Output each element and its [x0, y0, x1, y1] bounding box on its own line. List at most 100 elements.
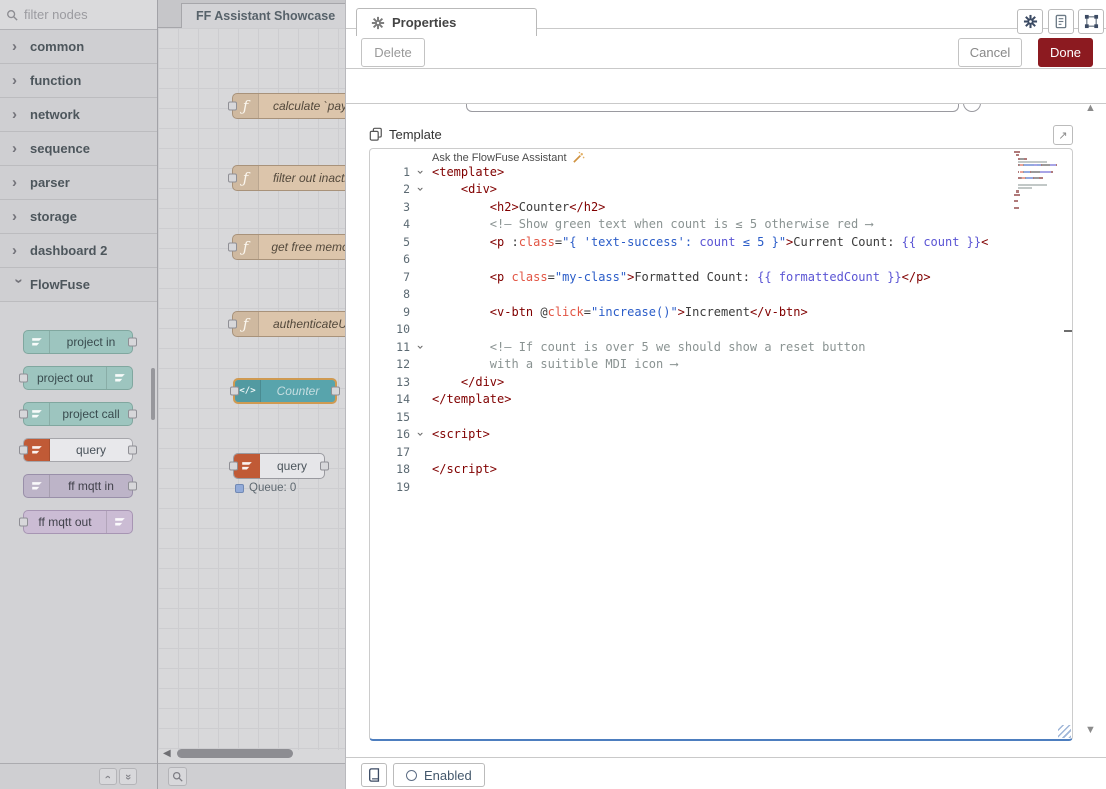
- flow-node-query[interactable]: query: [233, 453, 325, 479]
- node-port-left[interactable]: [229, 462, 238, 471]
- code-line[interactable]: 17: [370, 443, 1072, 461]
- palette-node-ff-mqtt-in[interactable]: ff mqtt in: [23, 474, 133, 498]
- editor-expand-button[interactable]: ↗: [1053, 125, 1073, 145]
- line-number: 2: [370, 182, 410, 196]
- node-port-left[interactable]: [228, 243, 237, 252]
- done-button[interactable]: Done: [1038, 38, 1093, 67]
- code-line[interactable]: 2› <div>: [370, 181, 1072, 199]
- chevron-right-icon: ›: [12, 140, 30, 157]
- hscroll-left-arrow[interactable]: ◀: [163, 748, 171, 759]
- code-editor[interactable]: Ask the FlowFuse Assistant 1›<template>2…: [369, 148, 1073, 741]
- code-line[interactable]: 16›<script>: [370, 426, 1072, 444]
- code-icon: </>: [239, 386, 255, 396]
- palette-category-sequence[interactable]: ›sequence: [0, 132, 157, 166]
- workspace-zoom-button[interactable]: [168, 767, 187, 786]
- flow-node-calculate-pay[interactable]: ƒcalculate `pay: [232, 93, 345, 119]
- chevron-down-icon: ›: [414, 431, 428, 438]
- workspace-tab[interactable]: FF Assistant Showcase: [181, 3, 345, 28]
- line-number: 8: [370, 287, 410, 301]
- code-line[interactable]: 10: [370, 321, 1072, 339]
- flow-node-authenticateU[interactable]: ƒauthenticateU: [232, 311, 345, 337]
- node-port-right[interactable]: [331, 387, 340, 396]
- dialog-scroll-up-arrow[interactable]: ▲: [1085, 102, 1096, 114]
- code-token: Formatted Count:: [634, 270, 757, 284]
- circle-icon: [963, 104, 981, 112]
- hscroll-thumb[interactable]: [177, 749, 293, 758]
- palette-category-storage[interactable]: ›storage: [0, 200, 157, 234]
- palette-category-label: sequence: [30, 141, 90, 156]
- palette-category-FlowFuse[interactable]: ›FlowFuse: [0, 268, 157, 302]
- palette-node-ff-mqtt-out[interactable]: ff mqtt out: [23, 510, 133, 534]
- flow-node-get-free-memo[interactable]: ƒget free memo: [232, 234, 345, 260]
- function-f-icon: ƒ: [243, 169, 249, 187]
- fold-arrow-icon[interactable]: ›: [410, 182, 432, 196]
- node-enabled-toggle[interactable]: Enabled: [393, 763, 485, 787]
- node-description-button[interactable]: [1048, 9, 1074, 34]
- node-port-right[interactable]: [320, 462, 329, 471]
- palette-scrollbar-thumb[interactable]: [151, 368, 155, 420]
- fold-arrow-icon[interactable]: ›: [410, 427, 432, 441]
- function-f-icon: ƒ: [243, 315, 249, 333]
- palette-category-function[interactable]: ›function: [0, 64, 157, 98]
- delete-button[interactable]: Delete: [361, 38, 425, 67]
- palette-category-label: function: [30, 73, 81, 88]
- flow-node-Counter[interactable]: </>Counter: [233, 378, 337, 404]
- node-port-left[interactable]: [230, 387, 239, 396]
- palette-node-project-call[interactable]: project call: [23, 402, 133, 426]
- code-token: </template>: [432, 392, 511, 406]
- code-line[interactable]: 8: [370, 286, 1072, 304]
- palette-category-parser[interactable]: ›parser: [0, 166, 157, 200]
- line-number: 10: [370, 322, 410, 336]
- code-line[interactable]: 3 <h2>Counter</h2>: [370, 198, 1072, 216]
- code-line[interactable]: 15: [370, 408, 1072, 426]
- code-line[interactable]: 5 <p :class="{ 'text-success': count ≤ 5…: [370, 233, 1072, 251]
- code-line[interactable]: 11› <!— If count is over 5 we should sho…: [370, 338, 1072, 356]
- fold-arrow-icon[interactable]: ›: [410, 340, 432, 354]
- node-port-left[interactable]: [228, 102, 237, 111]
- editor-minimap[interactable]: [1014, 151, 1064, 213]
- editor-resize-handle[interactable]: [1058, 725, 1071, 738]
- minimap-segment: [1014, 194, 1020, 196]
- line-number: 15: [370, 410, 410, 424]
- code-line[interactable]: 1›<template>: [370, 163, 1072, 181]
- palette-collapse-down-button[interactable]: »: [119, 768, 137, 785]
- palette-category-common[interactable]: ›common: [0, 30, 157, 64]
- tab-properties[interactable]: Properties: [356, 8, 537, 36]
- palette-node-project-in[interactable]: project in: [23, 330, 133, 354]
- dialog-scroll-down-arrow[interactable]: ▼: [1085, 724, 1096, 736]
- code-token: ≤ 5 }": [735, 235, 786, 249]
- code-text: </template>: [432, 392, 1072, 406]
- function-f-icon: ƒ: [243, 97, 249, 115]
- node-settings-button[interactable]: [1017, 9, 1043, 34]
- code-token: [432, 217, 490, 231]
- node-appearance-button[interactable]: [1078, 9, 1104, 34]
- palette-collapse-up-button[interactable]: ›: [99, 768, 117, 785]
- chevron-down-icon: ›: [414, 168, 428, 175]
- node-port-left[interactable]: [228, 174, 237, 183]
- code-token: Counter: [519, 200, 570, 214]
- code-lines[interactable]: 1›<template>2› <div>3 <h2>Counter</h2>4 …: [370, 163, 1072, 496]
- circle-icon: [406, 770, 417, 781]
- scrolled-button-peek: [962, 104, 984, 114]
- palette-category-dashboard-2[interactable]: ›dashboard 2: [0, 234, 157, 268]
- palette-category-network[interactable]: ›network: [0, 98, 157, 132]
- code-line[interactable]: 13 </div>: [370, 373, 1072, 391]
- code-line[interactable]: 12 with a suitible MDI icon ⟶: [370, 356, 1072, 374]
- minimap-line: [1014, 190, 1064, 193]
- code-line[interactable]: 9 <v-btn @click="increase()">Increment</…: [370, 303, 1072, 321]
- code-line[interactable]: 18</script>: [370, 461, 1072, 479]
- code-line[interactable]: 19: [370, 478, 1072, 496]
- gear-icon: [371, 16, 385, 30]
- cancel-button[interactable]: Cancel: [958, 38, 1022, 67]
- palette-node-project-out[interactable]: project out: [23, 366, 133, 390]
- palette-node-query[interactable]: query: [23, 438, 133, 462]
- flow-node-filter-out-inacti[interactable]: ƒfilter out inacti: [232, 165, 345, 191]
- palette-filter-input[interactable]: [22, 6, 151, 23]
- fold-arrow-icon[interactable]: ›: [410, 165, 432, 179]
- node-port-left[interactable]: [228, 320, 237, 329]
- code-line[interactable]: 4 <!— Show green text when count is ≤ 5 …: [370, 216, 1072, 234]
- node-docs-button[interactable]: [361, 763, 387, 787]
- code-line[interactable]: 7 <p class="my-class">Formatted Count: {…: [370, 268, 1072, 286]
- code-line[interactable]: 14</template>: [370, 391, 1072, 409]
- code-line[interactable]: 6: [370, 251, 1072, 269]
